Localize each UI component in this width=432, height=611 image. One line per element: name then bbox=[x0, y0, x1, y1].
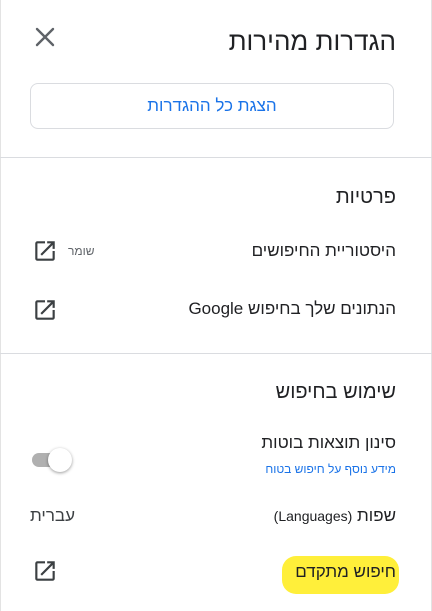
search-usage-heading: שימוש בחיפוש bbox=[275, 381, 396, 403]
advanced-search-label[interactable]: חיפוש מתקדם bbox=[295, 562, 396, 582]
safesearch-label: סינון תוצאות בוטות bbox=[261, 433, 396, 452]
your-data-label[interactable]: הנתונים שלך בחיפוש Google bbox=[188, 299, 396, 319]
languages-value[interactable]: עברית bbox=[30, 506, 75, 526]
toggle-knob bbox=[48, 448, 72, 472]
search-history-label[interactable]: היסטוריית החיפושים bbox=[252, 241, 396, 261]
open-in-new-icon[interactable] bbox=[32, 558, 58, 584]
languages-label-text: שפות bbox=[357, 506, 396, 525]
divider bbox=[0, 353, 432, 354]
open-in-new-icon[interactable] bbox=[32, 238, 58, 264]
safesearch-learn-more-link[interactable]: מידע נוסף על חיפוש בטוח bbox=[265, 462, 396, 476]
close-icon bbox=[35, 27, 55, 47]
languages-label[interactable]: שפות (Languages) bbox=[274, 506, 396, 526]
open-in-new-icon[interactable] bbox=[32, 297, 58, 323]
see-all-settings-button[interactable]: הצגת כל ההגדרות bbox=[30, 83, 394, 129]
safesearch-toggle[interactable] bbox=[30, 445, 78, 475]
divider bbox=[0, 157, 432, 158]
page-title: הגדרות מהירות bbox=[228, 26, 396, 56]
panel-left-border bbox=[0, 0, 1, 611]
languages-label-english: (Languages) bbox=[273, 508, 353, 524]
search-history-status: שומר bbox=[68, 244, 95, 258]
close-button[interactable] bbox=[30, 22, 60, 52]
privacy-heading: פרטיות bbox=[335, 186, 396, 208]
